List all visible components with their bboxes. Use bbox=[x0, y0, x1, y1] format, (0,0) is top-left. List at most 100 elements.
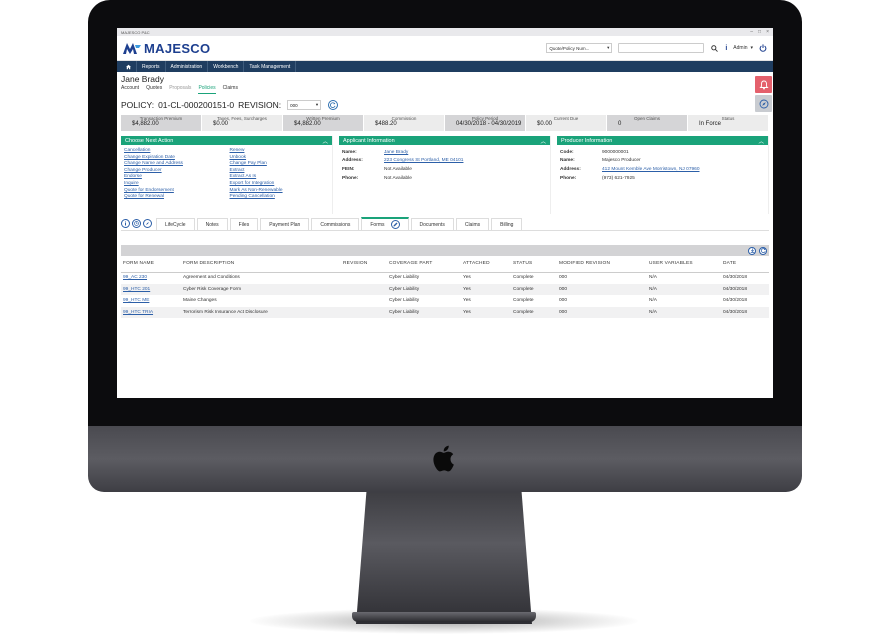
column-header-revision[interactable]: REVISION bbox=[341, 256, 387, 273]
column-header-form-name[interactable]: FORM NAME bbox=[121, 256, 181, 273]
majesco-logo[interactable]: MAJESCO bbox=[123, 41, 210, 56]
producer-header: Producer Information ︿ bbox=[557, 136, 768, 145]
applicant-field-value[interactable]: 223 Congress St Portland, ME 04101 bbox=[384, 158, 463, 163]
applicant-field-value[interactable]: Jane Brady bbox=[384, 150, 408, 155]
collapse-icon[interactable]: ︿ bbox=[540, 137, 546, 145]
action-link-change-pay-plan[interactable]: Change Pay Plan bbox=[230, 161, 330, 166]
action-link-renew[interactable]: Renew bbox=[230, 148, 330, 153]
tab-lifecycle[interactable]: LifeCycle bbox=[156, 218, 195, 230]
maximize-icon[interactable]: □ bbox=[758, 29, 761, 35]
user-menu[interactable]: Admin ▾ bbox=[733, 45, 753, 51]
column-header-user-variables[interactable]: USER VARIABLES bbox=[647, 256, 721, 273]
column-header-attached[interactable]: ATTACHED bbox=[461, 256, 511, 273]
tab-documents[interactable]: Documents bbox=[410, 218, 454, 230]
producer-field-label: Code: bbox=[560, 149, 574, 155]
nav-home[interactable] bbox=[121, 61, 137, 72]
subtab-policies[interactable]: Policies bbox=[198, 85, 216, 94]
applicant-details: Name: Jane Brady Address: 223 Congress St P… bbox=[339, 145, 550, 185]
tab-billing[interactable]: Billing bbox=[491, 218, 523, 230]
info-tool-button[interactable] bbox=[121, 218, 130, 228]
tab-forms[interactable]: Forms bbox=[361, 217, 409, 230]
cell-attached: Yes bbox=[461, 272, 511, 284]
producer-title: Producer Information bbox=[561, 137, 613, 144]
producer-field-value[interactable]: 412 Mount Kemble Ave Morristown, NJ 0796… bbox=[602, 167, 700, 172]
forms-refresh-button[interactable] bbox=[759, 246, 767, 255]
tab-label: Files bbox=[238, 221, 250, 228]
action-link-pending-cancellation[interactable]: Pending Cancellation bbox=[230, 194, 330, 199]
nav-administration[interactable]: Administration bbox=[166, 61, 209, 72]
action-link-change-producer[interactable]: Change Producer bbox=[124, 168, 224, 173]
policy-label: POLICY: bbox=[121, 100, 155, 110]
action-link-inquire[interactable]: Inquire bbox=[124, 181, 224, 186]
cell-status: Complete bbox=[511, 283, 557, 296]
history-tool-button[interactable] bbox=[132, 218, 141, 228]
action-link-export-for-integration[interactable]: Export for Integration bbox=[230, 181, 330, 186]
subtab-claims[interactable]: Claims bbox=[223, 85, 238, 94]
quote-policy-select[interactable]: Quote/Policy Num... ▾ bbox=[546, 43, 613, 53]
column-header-coverage-part[interactable]: COVERAGE PART bbox=[387, 256, 461, 273]
collapse-icon[interactable]: ︿ bbox=[758, 137, 764, 145]
column-header-form-description[interactable]: FORM DESCRIPTION bbox=[181, 256, 341, 273]
table-row[interactable]: 99_AC 230 Agreement and Conditions Cyber L… bbox=[121, 272, 769, 284]
action-link-mark-as-non-renewable[interactable]: Mark As Non-Renewable bbox=[230, 188, 330, 193]
app-screen: MAJESCO P&C – □ × MAJESCO Quote/Policy N… bbox=[117, 28, 773, 398]
cell-revision bbox=[341, 295, 387, 307]
download-button[interactable] bbox=[748, 246, 756, 255]
column-header-date[interactable]: DATE bbox=[721, 256, 769, 273]
action-link-quote-for-endorsement[interactable]: Quote for Endorsement bbox=[124, 188, 224, 193]
nav-reports[interactable]: Reports bbox=[137, 61, 166, 72]
user-name: Admin bbox=[733, 45, 748, 51]
tab-files[interactable]: Files bbox=[229, 218, 259, 230]
nav-task-management[interactable]: Task Management bbox=[244, 61, 297, 72]
revision-select[interactable]: 000 ▾ bbox=[287, 100, 322, 110]
search-button[interactable] bbox=[710, 44, 719, 53]
cell-modified-revision: 000 bbox=[557, 306, 647, 319]
table-row[interactable]: 99_HTC 201 Cyber Risk Coverage Form Cyber … bbox=[121, 283, 769, 296]
table-row[interactable]: 99_HTC ME Maine Changes Cyber Liability Yes… bbox=[121, 295, 769, 307]
table-row[interactable]: 99_HTC TRIA Terrorism Risk Insurance Act … bbox=[121, 306, 769, 319]
revision-value: 000 bbox=[290, 102, 298, 108]
nav-workbench[interactable]: Workbench bbox=[208, 61, 245, 72]
summary-written-premium: Written Premium $4,882.00 bbox=[283, 115, 364, 131]
tab-commissions[interactable]: Commissions bbox=[311, 218, 360, 230]
producer-row-name: Name: Majesco Producer bbox=[560, 157, 765, 166]
compass-tool-button[interactable] bbox=[143, 218, 152, 228]
alert-button[interactable] bbox=[755, 76, 772, 93]
action-link-change-name-and-address[interactable]: Change Name and Address bbox=[124, 161, 224, 166]
compass-button[interactable] bbox=[755, 95, 772, 112]
action-link-change-expiration-date[interactable]: Change Expiration Date bbox=[124, 155, 224, 160]
next-action-links: Cancellation Renew Change Expiration Date U… bbox=[124, 148, 329, 199]
action-link-endorse[interactable]: Endorse bbox=[124, 174, 224, 179]
minimize-icon[interactable]: – bbox=[750, 29, 753, 35]
form-name-link[interactable]: 99_AC 230 bbox=[123, 275, 147, 280]
collapse-icon[interactable]: ︿ bbox=[322, 137, 328, 145]
action-link-quote-for-renewal[interactable]: Quote for Renewal bbox=[124, 194, 224, 199]
tab-payment-plan[interactable]: Payment Plan bbox=[260, 218, 310, 230]
subtab-account[interactable]: Account bbox=[121, 85, 139, 94]
bell-icon bbox=[758, 80, 769, 89]
refresh-button[interactable] bbox=[328, 100, 339, 110]
logout-icon[interactable] bbox=[759, 44, 767, 52]
producer-row-phone: Phone: (973) 621-7925 bbox=[560, 174, 765, 183]
form-name-link[interactable]: 99_HTC ME bbox=[123, 298, 149, 303]
info-panels: Choose Next Action ︿ Cancellation Renew Ch… bbox=[121, 136, 769, 214]
form-name-link[interactable]: 99_HTC 201 bbox=[123, 287, 150, 292]
action-link-extract[interactable]: Extract bbox=[230, 168, 330, 173]
close-icon[interactable]: × bbox=[766, 29, 769, 35]
column-header-status[interactable]: STATUS bbox=[511, 256, 557, 273]
info-icon[interactable]: i bbox=[725, 45, 727, 52]
column-header-modified-revision[interactable]: MODIFIED REVISION bbox=[557, 256, 647, 273]
producer-field-label: Name: bbox=[560, 158, 575, 164]
cell-attached: Yes bbox=[461, 283, 511, 296]
action-link-cancellation[interactable]: Cancellation bbox=[124, 148, 224, 153]
action-link-extract-as-is[interactable]: Extract As Is bbox=[230, 174, 330, 179]
tab-notes[interactable]: Notes bbox=[196, 218, 228, 230]
action-link-unbook[interactable]: Unbook bbox=[230, 155, 330, 160]
form-name-link[interactable]: 99_HTC TRIA bbox=[123, 310, 153, 315]
edit-icon[interactable] bbox=[390, 220, 400, 229]
subtab-quotes[interactable]: Quotes bbox=[146, 85, 162, 94]
subtab-proposals[interactable]: Proposals bbox=[169, 85, 191, 94]
search-input[interactable] bbox=[618, 43, 705, 53]
revision-label: REVISION: bbox=[238, 100, 282, 110]
tab-claims[interactable]: Claims bbox=[455, 218, 490, 230]
